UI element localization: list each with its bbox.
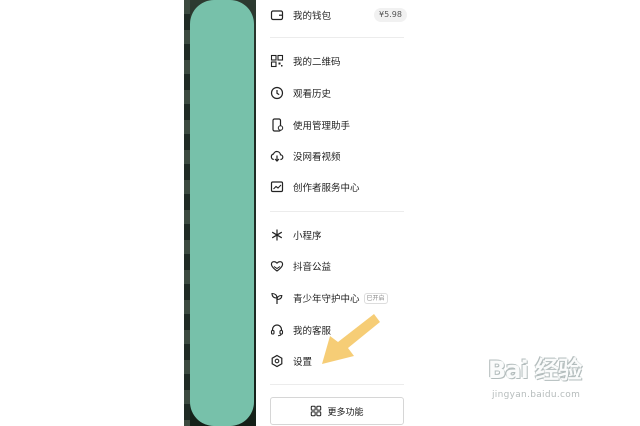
menu-item-usage-manager[interactable]: 使用管理助手 bbox=[270, 114, 350, 136]
settings-label: 设置 bbox=[293, 357, 313, 368]
asterisk-icon bbox=[270, 228, 284, 242]
menu-item-qr-code[interactable]: 我的二维码 bbox=[270, 50, 341, 72]
menu-item-offline-video[interactable]: 没网看视频 bbox=[270, 145, 341, 167]
menu-item-youth-protection[interactable]: 青少年守护中心 已开启 bbox=[270, 287, 388, 309]
menu-item-creator-center[interactable]: 创作者服务中心 bbox=[270, 176, 360, 198]
menu-item-wallet[interactable]: 我的钱包 bbox=[270, 4, 331, 26]
menu-item-settings[interactable]: 设置 bbox=[270, 350, 312, 372]
qr-code-icon bbox=[270, 54, 284, 68]
sprout-icon bbox=[270, 291, 284, 305]
redaction-block bbox=[190, 0, 254, 426]
clock-icon bbox=[270, 86, 284, 100]
watch-history-label: 观看历史 bbox=[293, 89, 332, 100]
offline-video-label: 没网看视频 bbox=[293, 152, 341, 163]
wallet-icon bbox=[270, 8, 284, 22]
annotation-arrow bbox=[322, 314, 380, 364]
more-features-label: 更多功能 bbox=[327, 407, 364, 418]
watermark: Bai 经验 jingyan.baidu.com bbox=[488, 350, 638, 410]
phone-manager-icon bbox=[270, 118, 284, 132]
watermark-url: jingyan.baidu.com bbox=[492, 390, 581, 400]
status-badge: 已开启 bbox=[363, 292, 388, 304]
gear-icon bbox=[270, 354, 284, 368]
divider bbox=[270, 384, 404, 385]
grid-icon bbox=[310, 405, 322, 417]
headset-icon bbox=[270, 323, 284, 337]
menu-item-watch-history[interactable]: 观看历史 bbox=[270, 82, 331, 104]
qr-code-label: 我的二维码 bbox=[293, 57, 341, 68]
more-features-button[interactable]: 更多功能 bbox=[270, 397, 404, 425]
chart-icon bbox=[270, 180, 284, 194]
cloud-download-icon bbox=[270, 149, 284, 163]
wallet-balance-badge: ¥5.98 bbox=[374, 8, 407, 22]
usage-manager-label: 使用管理助手 bbox=[293, 121, 351, 132]
creator-center-label: 创作者服务中心 bbox=[293, 183, 360, 194]
mini-programs-label: 小程序 bbox=[293, 231, 322, 242]
menu-item-mini-programs[interactable]: 小程序 bbox=[270, 224, 322, 246]
wallet-label: 我的钱包 bbox=[293, 11, 332, 22]
divider bbox=[270, 211, 404, 212]
divider bbox=[270, 37, 404, 38]
menu-item-charity[interactable]: 抖音公益 bbox=[270, 255, 331, 277]
watermark-logo: Bai 经验 bbox=[488, 356, 582, 384]
left-margin bbox=[0, 0, 184, 426]
heart-hands-icon bbox=[270, 259, 284, 273]
charity-label: 抖音公益 bbox=[293, 262, 332, 273]
youth-protection-label: 青少年守护中心 bbox=[293, 294, 360, 305]
